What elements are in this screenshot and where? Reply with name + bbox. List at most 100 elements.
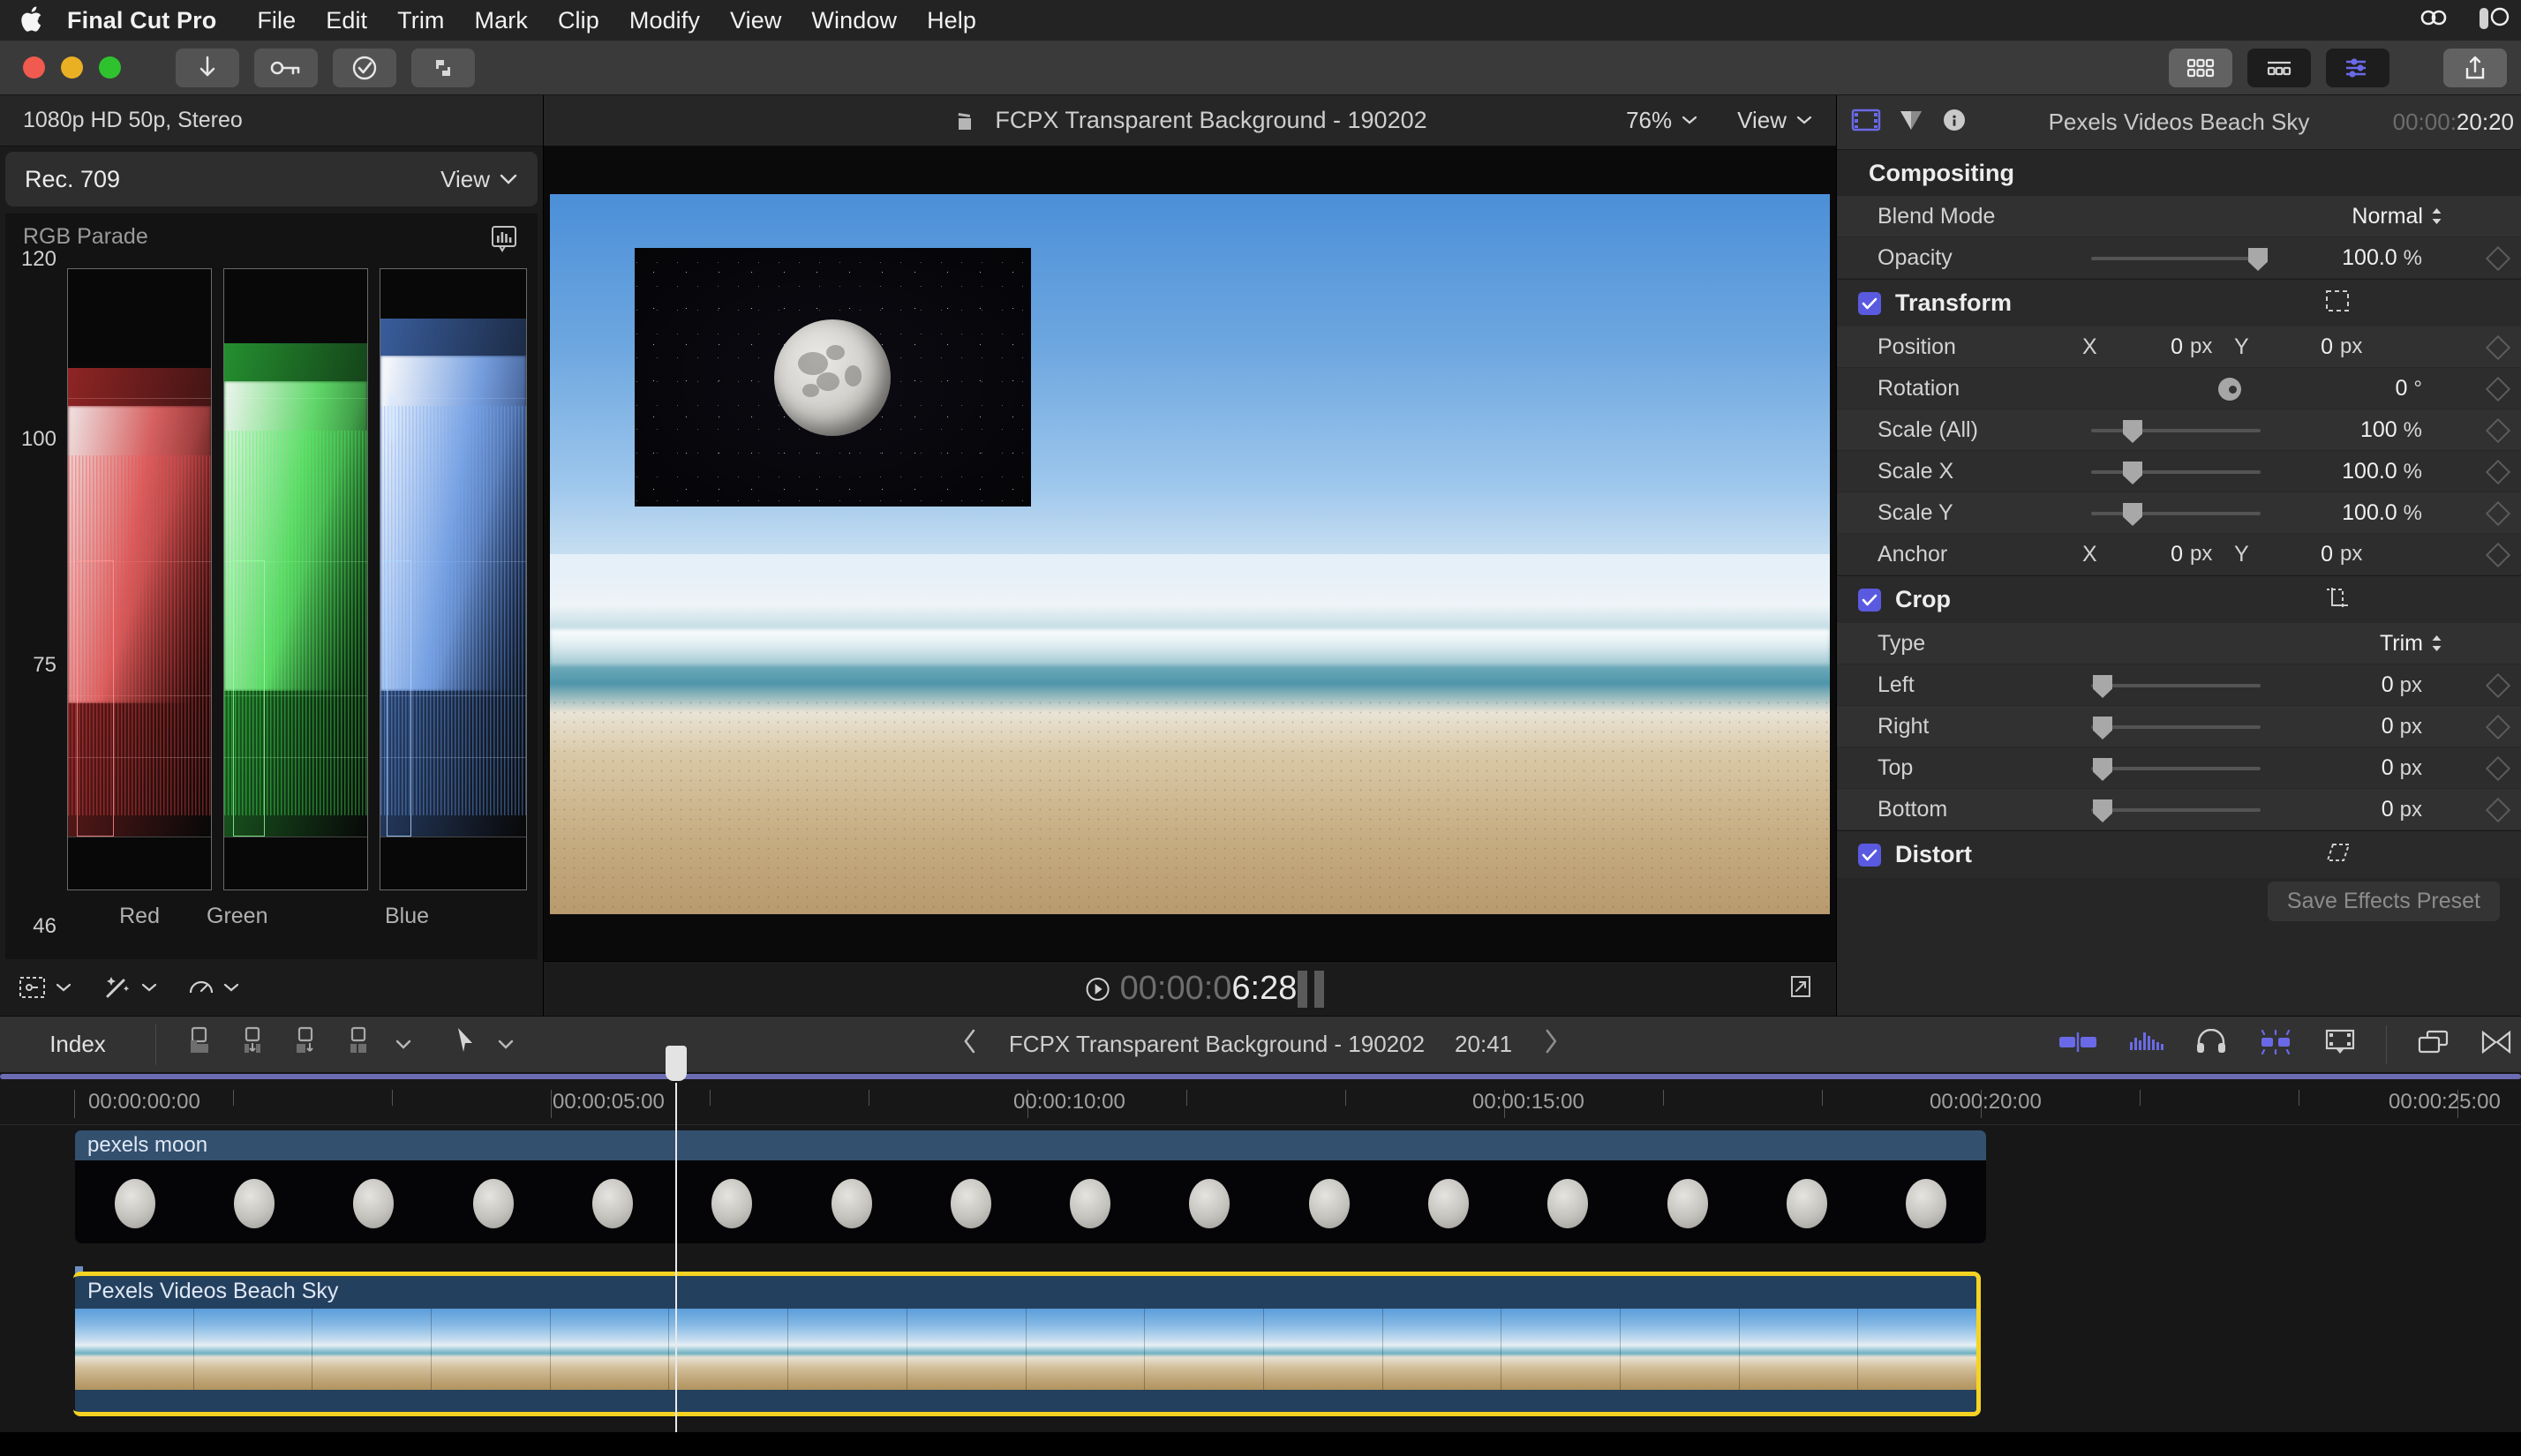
crop-left-row[interactable]: Left 0 px xyxy=(1837,664,2521,706)
crop-enable-checkbox[interactable] xyxy=(1858,588,1881,612)
roles-button[interactable] xyxy=(333,48,396,87)
share-button[interactable] xyxy=(2443,49,2507,87)
range-tool-icon[interactable] xyxy=(289,1024,322,1064)
timeline-ruler[interactable]: 00:00:00:00 00:00:05:00 00:00:10:00 00:0… xyxy=(0,1083,2521,1125)
position-y-value[interactable]: 0 xyxy=(2278,334,2333,360)
menu-item-trim[interactable]: Trim xyxy=(397,7,444,34)
crop-right-value[interactable]: 0 px xyxy=(2382,714,2422,739)
minimize-button[interactable] xyxy=(61,56,83,79)
crop-onscreen-icon[interactable] xyxy=(2324,585,2351,614)
crop-left-slider-knob[interactable] xyxy=(2093,675,2112,698)
crop-top-slider-knob[interactable] xyxy=(2093,758,2112,781)
position-row[interactable]: Position X 0 px Y 0 px xyxy=(1837,326,2521,368)
opacity-slider-knob[interactable] xyxy=(2248,248,2268,271)
timeline-clip-moon[interactable]: pexels moon xyxy=(75,1130,1986,1243)
menu-item-help[interactable]: Help xyxy=(927,7,976,34)
crop-left-slider-track[interactable] xyxy=(2091,684,2261,687)
anchor-keyframe-button[interactable] xyxy=(2485,542,2511,568)
zoom-button[interactable] xyxy=(99,56,121,79)
crop-left-keyframe-button[interactable] xyxy=(2485,672,2511,699)
save-effects-preset-button[interactable]: Save Effects Preset xyxy=(2267,881,2500,921)
anchor-y-value[interactable]: 0 xyxy=(2278,542,2333,567)
anchor-x-value[interactable]: 0 xyxy=(2128,542,2183,567)
timeline-index-button[interactable]: Index xyxy=(0,1031,155,1058)
clip-skimming-icon[interactable] xyxy=(2257,1029,2294,1059)
timeline-layout-button[interactable] xyxy=(2247,49,2311,87)
timeline-tracks[interactable]: pexels moon Pexels Videos Beach Sky xyxy=(0,1046,2521,1432)
headphones-icon[interactable] xyxy=(2195,1028,2227,1060)
scale-x-slider-track[interactable] xyxy=(2091,470,2261,474)
creative-cloud-icon[interactable] xyxy=(2415,4,2452,37)
position-keyframe-button[interactable] xyxy=(2485,334,2511,361)
retime-tool-button[interactable] xyxy=(187,974,239,1001)
scale-all-slider-knob[interactable] xyxy=(2123,420,2142,443)
viewer-timecode[interactable]: 00:00:06:28 xyxy=(1083,970,1297,1008)
menu-item-final-cut-pro[interactable]: Final Cut Pro xyxy=(67,7,216,34)
crop-top-keyframe-button[interactable] xyxy=(2485,755,2511,782)
transform-onscreen-icon[interactable] xyxy=(2324,289,2351,318)
distort-onscreen-icon[interactable] xyxy=(2324,840,2352,869)
playhead-handle[interactable] xyxy=(666,1046,687,1081)
section-distort-header[interactable]: Distort xyxy=(1837,830,2521,878)
transform-enable-checkbox[interactable] xyxy=(1858,291,1881,315)
crop-top-value[interactable]: 0 px xyxy=(2382,755,2422,781)
section-transform-header[interactable]: Transform xyxy=(1837,279,2521,326)
inspector-button[interactable] xyxy=(2326,49,2389,87)
crop-type-row[interactable]: Type Trim xyxy=(1837,623,2521,664)
menu-item-window[interactable]: Window xyxy=(811,7,897,34)
next-project-icon[interactable] xyxy=(1542,1027,1560,1062)
browser-layout-button[interactable] xyxy=(2169,49,2232,87)
viewer-zoom-menu[interactable]: 76% xyxy=(1626,107,1698,134)
scale-y-row[interactable]: Scale Y 100.0 % xyxy=(1837,492,2521,534)
menu-item-edit[interactable]: Edit xyxy=(326,7,367,34)
crop-bottom-row[interactable]: Bottom 0 px xyxy=(1837,789,2521,830)
chevron-down-icon[interactable] xyxy=(497,1039,515,1051)
anchor-row[interactable]: Anchor X 0 px Y 0 px xyxy=(1837,534,2521,575)
import-media-button[interactable] xyxy=(176,48,239,87)
crop-bottom-slider-track[interactable] xyxy=(2091,808,2261,812)
chevron-down-icon[interactable] xyxy=(395,1039,412,1051)
viewer-canvas[interactable] xyxy=(544,146,1836,961)
scale-y-slider-knob[interactable] xyxy=(2123,503,2142,526)
opacity-value[interactable]: 100.0 % xyxy=(2342,245,2422,271)
crop-tool-button[interactable] xyxy=(18,974,71,1001)
scale-x-value[interactable]: 100.0 % xyxy=(2342,459,2422,484)
crop-bottom-value[interactable]: 0 px xyxy=(2382,797,2422,822)
timeline-area[interactable]: 00:00:00:00 00:00:05:00 00:00:10:00 00:0… xyxy=(0,1046,2521,1432)
position-x-value[interactable]: 0 xyxy=(2128,334,2183,360)
opacity-slider-track[interactable] xyxy=(2091,257,2261,260)
info-inspector-icon[interactable] xyxy=(1941,107,1968,138)
crop-left-value[interactable]: 0 px xyxy=(2382,672,2422,698)
expand-viewer-icon[interactable] xyxy=(1788,973,1813,1004)
rotation-keyframe-button[interactable] xyxy=(2485,376,2511,402)
scale-y-keyframe-button[interactable] xyxy=(2485,500,2511,527)
crop-bottom-slider-knob[interactable] xyxy=(2093,799,2112,822)
filmstrip-icon[interactable] xyxy=(2324,1028,2356,1061)
color-inspector-icon[interactable] xyxy=(1897,107,1925,138)
menu-item-modify[interactable]: Modify xyxy=(629,7,700,34)
audio-meters-icon[interactable] xyxy=(2128,1030,2165,1059)
crop-top-row[interactable]: Top 0 px xyxy=(1837,747,2521,789)
distort-enable-checkbox[interactable] xyxy=(1858,843,1881,867)
close-timeline-icon[interactable] xyxy=(2480,1029,2512,1060)
crop-right-slider-knob[interactable] xyxy=(2093,717,2112,739)
select-tool-icon[interactable] xyxy=(455,1025,478,1063)
scale-x-keyframe-button[interactable] xyxy=(2485,459,2511,485)
scale-x-row[interactable]: Scale X 100.0 % xyxy=(1837,451,2521,492)
scale-x-slider-knob[interactable] xyxy=(2123,462,2142,484)
apple-logo-icon[interactable] xyxy=(19,4,46,34)
background-tasks-button[interactable] xyxy=(411,48,475,87)
blend-mode-popup[interactable]: Normal xyxy=(2352,204,2443,229)
section-crop-header[interactable]: Crop xyxy=(1837,575,2521,623)
scale-all-row[interactable]: Scale (All) 100 % xyxy=(1837,409,2521,451)
video-inspector-icon[interactable] xyxy=(1851,107,1881,138)
blend-mode-row[interactable]: Blend Mode Normal xyxy=(1837,196,2521,237)
scope-view-menu[interactable]: View xyxy=(440,166,518,193)
previous-project-icon[interactable] xyxy=(961,1027,979,1062)
scale-y-value[interactable]: 100.0 % xyxy=(2342,500,2422,526)
trim-tool-icon[interactable] xyxy=(183,1024,216,1064)
crop-type-popup[interactable]: Trim xyxy=(2380,631,2443,657)
crop-right-row[interactable]: Right 0 px xyxy=(1837,706,2521,747)
viewer-view-menu[interactable]: View xyxy=(1737,107,1813,134)
scale-all-value[interactable]: 100 % xyxy=(2360,417,2422,443)
